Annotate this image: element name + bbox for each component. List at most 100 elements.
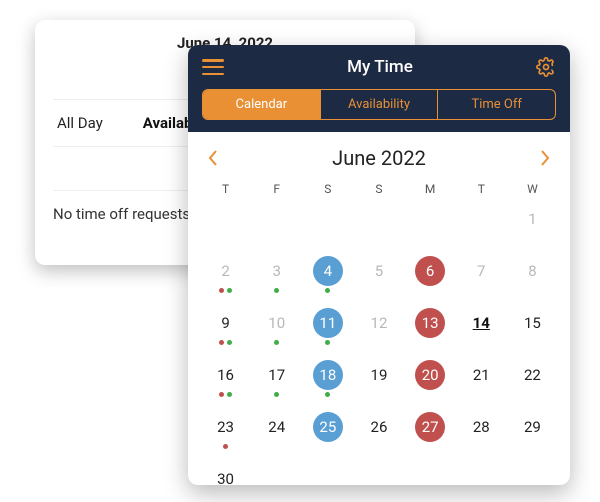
dot-green-icon — [227, 392, 232, 397]
app-header: My Time CalendarAvailabilityTime Off — [188, 45, 570, 132]
day-cell[interactable]: 28 — [456, 408, 507, 456]
day-cell — [405, 460, 456, 485]
day-number: 17 — [262, 360, 292, 390]
dot-green-icon — [325, 392, 330, 397]
day-cell[interactable]: 21 — [456, 356, 507, 404]
day-number: 25 — [313, 412, 343, 442]
day-number — [364, 464, 394, 485]
day-cell — [251, 200, 302, 248]
day-cell[interactable]: 25 — [302, 408, 353, 456]
day-number — [415, 464, 445, 485]
day-number: 15 — [517, 308, 547, 338]
day-cell — [405, 200, 456, 248]
chevron-right-icon[interactable] — [538, 147, 552, 169]
event-dots — [274, 340, 279, 346]
day-number: 21 — [466, 360, 496, 390]
day-number — [466, 464, 496, 485]
dow-label: T — [456, 182, 507, 196]
day-number: 23 — [211, 412, 241, 442]
day-number: 3 — [262, 256, 292, 286]
day-cell — [251, 460, 302, 485]
dot-red-icon — [219, 288, 224, 293]
day-cell[interactable]: 18 — [302, 356, 353, 404]
dow-label: M — [405, 182, 456, 196]
day-number: 20 — [415, 360, 445, 390]
day-number: 2 — [211, 256, 241, 286]
day-number: 10 — [262, 308, 292, 338]
menu-icon[interactable] — [202, 59, 224, 75]
day-cell[interactable]: 2 — [200, 252, 251, 300]
day-cell[interactable]: 16 — [200, 356, 251, 404]
day-cell[interactable]: 14 — [456, 304, 507, 352]
day-number: 22 — [517, 360, 547, 390]
event-dots — [219, 288, 232, 294]
day-cell[interactable]: 22 — [507, 356, 558, 404]
day-number: 28 — [466, 412, 496, 442]
day-cell[interactable]: 13 — [405, 304, 456, 352]
day-cell[interactable]: 23 — [200, 408, 251, 456]
day-number — [262, 204, 292, 234]
app-title: My Time — [347, 57, 413, 77]
dot-red-icon — [219, 392, 224, 397]
dow-label: W — [507, 182, 558, 196]
day-cell[interactable]: 24 — [251, 408, 302, 456]
day-cell[interactable]: 27 — [405, 408, 456, 456]
dot-green-icon — [227, 340, 232, 345]
dow-label: T — [200, 182, 251, 196]
day-cell[interactable]: 7 — [456, 252, 507, 300]
dow-label: S — [302, 182, 353, 196]
day-cell[interactable]: 29 — [507, 408, 558, 456]
day-cell[interactable]: 5 — [353, 252, 404, 300]
day-number: 14 — [466, 308, 496, 338]
day-cell — [302, 200, 353, 248]
tab-calendar[interactable]: Calendar — [203, 90, 321, 119]
day-cell[interactable]: 8 — [507, 252, 558, 300]
event-dots — [274, 392, 279, 398]
day-number: 18 — [313, 360, 343, 390]
day-cell[interactable]: 1 — [507, 200, 558, 248]
event-dots — [274, 288, 279, 294]
chevron-left-icon[interactable] — [206, 147, 220, 169]
tab-availability[interactable]: Availability — [321, 90, 439, 119]
day-cell[interactable]: 12 — [353, 304, 404, 352]
day-cell[interactable]: 9 — [200, 304, 251, 352]
day-number — [415, 204, 445, 234]
month-label: June 2022 — [332, 146, 426, 170]
tab-bar: CalendarAvailabilityTime Off — [202, 89, 556, 120]
day-number: 26 — [364, 412, 394, 442]
event-dots — [325, 392, 330, 398]
day-cell[interactable]: 4 — [302, 252, 353, 300]
day-number: 19 — [364, 360, 394, 390]
day-cell — [456, 460, 507, 485]
day-cell[interactable]: 3 — [251, 252, 302, 300]
dot-green-icon — [274, 340, 279, 345]
day-number: 24 — [262, 412, 292, 442]
day-cell[interactable]: 30 — [200, 460, 251, 485]
day-number — [517, 464, 547, 485]
event-dots — [219, 340, 232, 346]
day-number: 1 — [517, 204, 547, 234]
day-number: 30 — [211, 464, 241, 485]
event-dots — [219, 392, 232, 398]
day-cell[interactable]: 17 — [251, 356, 302, 404]
day-cell[interactable]: 20 — [405, 356, 456, 404]
day-cell[interactable]: 11 — [302, 304, 353, 352]
day-number: 29 — [517, 412, 547, 442]
day-cell[interactable]: 26 — [353, 408, 404, 456]
day-cell[interactable]: 19 — [353, 356, 404, 404]
day-cell[interactable]: 6 — [405, 252, 456, 300]
dot-red-icon — [219, 340, 224, 345]
day-number — [313, 464, 343, 485]
day-cell — [507, 460, 558, 485]
day-cell[interactable]: 10 — [251, 304, 302, 352]
dot-green-icon — [227, 288, 232, 293]
dot-green-icon — [274, 392, 279, 397]
day-cell[interactable]: 15 — [507, 304, 558, 352]
tab-time-off[interactable]: Time Off — [438, 90, 555, 119]
gear-icon[interactable] — [536, 57, 556, 77]
day-number: 11 — [313, 308, 343, 338]
dow-label: F — [251, 182, 302, 196]
day-cell — [353, 460, 404, 485]
day-number — [313, 204, 343, 234]
day-number — [262, 464, 292, 485]
